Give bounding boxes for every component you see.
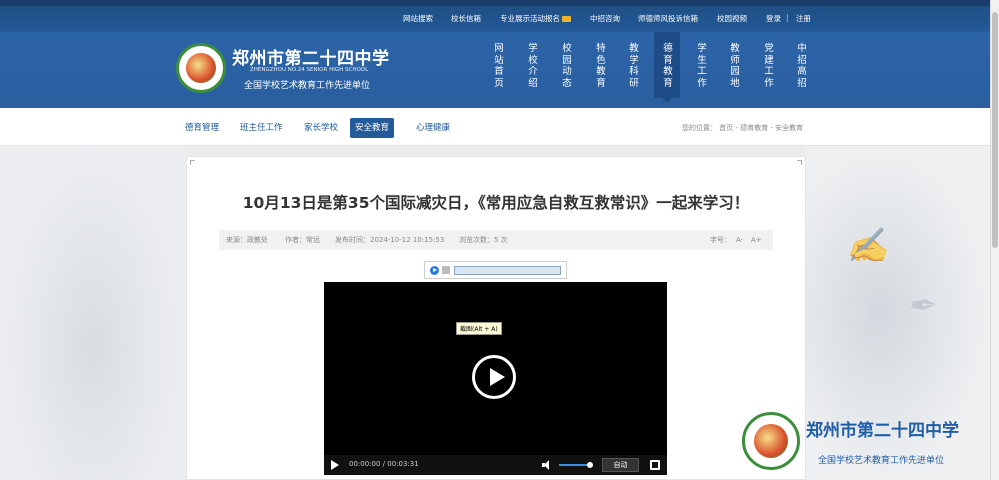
campus-video-link[interactable]: 校园视频 — [717, 13, 747, 24]
audio-player — [424, 261, 567, 279]
floating-logo[interactable] — [742, 412, 800, 470]
school-logo[interactable] — [176, 43, 226, 93]
signup-link-label: 专业展示活动报名 — [500, 14, 560, 23]
video-controls: 00:00:00 / 00:03:31 自动 — [324, 455, 667, 475]
nav-admissions[interactable]: 中招高招 — [796, 43, 808, 89]
signup-link[interactable]: 专业展示活动报名 — [500, 13, 571, 24]
article-publish-time: 发布时间：2024-10-12 10:15:53 — [335, 236, 445, 244]
nav-campus-news[interactable]: 校园动态 — [561, 43, 573, 89]
nav-about[interactable]: 学校介绍 — [527, 43, 539, 89]
floating-logo-emblem-icon — [754, 424, 788, 458]
school-honor: 全国学校艺术教育工作先进单位 — [244, 81, 371, 91]
subnav-class-teacher[interactable]: 班主任工作 — [235, 118, 288, 138]
article-meta-bar: 来源：政教处 作者：常远 发布时间：2024-10-12 10:15:53 浏览… — [219, 230, 773, 250]
ethics-complaint-link[interactable]: 师德师风投诉信箱 — [638, 13, 698, 24]
subnav-mental-health[interactable]: 心理健康 — [411, 118, 455, 138]
nav-teaching-research[interactable]: 教学科研 — [628, 43, 640, 89]
volume-icon[interactable] — [542, 460, 552, 470]
font-size-label: 字号： — [710, 236, 731, 244]
audio-progress-bar[interactable] — [454, 266, 561, 275]
nav-moral-education[interactable]: 德育教育 — [662, 43, 674, 89]
font-larger-button[interactable]: A+ — [751, 230, 762, 250]
floating-school-honor: 全国学校艺术教育工作先进单位 — [818, 456, 945, 466]
nav-home[interactable]: 网站首页 — [493, 43, 505, 89]
logo-emblem-icon — [186, 53, 216, 83]
admission-consult-link[interactable]: 中招咨询 — [590, 13, 620, 24]
article-author: 作者：常远 — [285, 236, 320, 244]
article-panel: 10月13日是第35个国际减灾日，《常用应急自救互救常识》一起来学习！ 来源：政… — [186, 156, 806, 480]
play-icon[interactable] — [331, 460, 339, 470]
video-player[interactable]: 截图(Alt + A) 00:00:00 / 00:03:31 自动 — [324, 282, 667, 475]
nav-student-work[interactable]: 学生工作 — [696, 43, 708, 89]
article-title: 10月13日是第35个国际减灾日，《常用应急自救互救常识》一起来学习！ — [242, 194, 750, 212]
subnav-moral-management[interactable]: 德育管理 — [180, 118, 224, 138]
login-link[interactable]: 登录 — [766, 13, 781, 24]
top-utility-bar: 网站搜索 校长信箱 专业展示活动报名 中招咨询 师德师风投诉信箱 校园视频 登录… — [0, 0, 990, 32]
quality-auto-button[interactable]: 自动 — [602, 458, 639, 472]
nav-teacher-garden[interactable]: 教师园地 — [729, 43, 741, 89]
background-decoration-left — [0, 146, 186, 480]
video-time: 00:00:00 / 00:03:31 — [349, 460, 419, 468]
article-source: 来源：政教处 — [226, 236, 268, 244]
login-divider: | — [786, 13, 789, 22]
scrollbar-thumb[interactable] — [992, 12, 998, 248]
school-name: 郑州市第二十四中学 — [232, 49, 390, 69]
site-header: 郑州市第二十四中学 ZHENGZHOU NO.24 SENIOR HIGH SC… — [0, 32, 990, 108]
corner-mark-icon — [797, 160, 802, 165]
sub-navigation: 德育管理 班主任工作 家长学校 安全教育 心理健康 您的位置： 首页 - 德育教… — [0, 108, 990, 146]
subnav-safety-education[interactable]: 安全教育 — [350, 118, 395, 138]
register-link[interactable]: 注册 — [796, 13, 811, 24]
corner-mark-icon — [190, 160, 195, 165]
volume-slider[interactable] — [559, 462, 593, 468]
audio-stop-icon[interactable] — [442, 266, 450, 274]
font-smaller-button[interactable]: A- — [736, 230, 743, 250]
site-search-link[interactable]: 网站搜索 — [403, 13, 433, 24]
big-play-icon[interactable] — [472, 355, 516, 399]
audio-play-icon[interactable] — [430, 266, 439, 275]
nav-party-building[interactable]: 党建工作 — [763, 43, 775, 89]
screenshot-tooltip: 截图(Alt + A) — [456, 322, 502, 335]
fullscreen-icon[interactable] — [650, 460, 660, 470]
calligraphy-decoration-icon: ✍ — [846, 226, 889, 266]
floating-school-name: 郑州市第二十四中学 — [806, 421, 959, 441]
school-name-en: ZHENGZHOU NO.24 SENIOR HIGH SCHOOL — [250, 67, 369, 73]
new-badge-icon — [562, 16, 571, 22]
page-scrollbar[interactable] — [990, 0, 999, 480]
nav-featured-education[interactable]: 特色教育 — [595, 43, 607, 89]
calligraphy-decoration-icon: ✒ — [906, 286, 935, 326]
subnav-parent-school[interactable]: 家长学校 — [299, 118, 343, 138]
principal-mailbox-link[interactable]: 校长信箱 — [451, 13, 481, 24]
article-views: 浏览次数：5 次 — [459, 236, 508, 244]
breadcrumb: 您的位置： 首页 - 德育教育 - 安全教育 — [682, 124, 804, 132]
